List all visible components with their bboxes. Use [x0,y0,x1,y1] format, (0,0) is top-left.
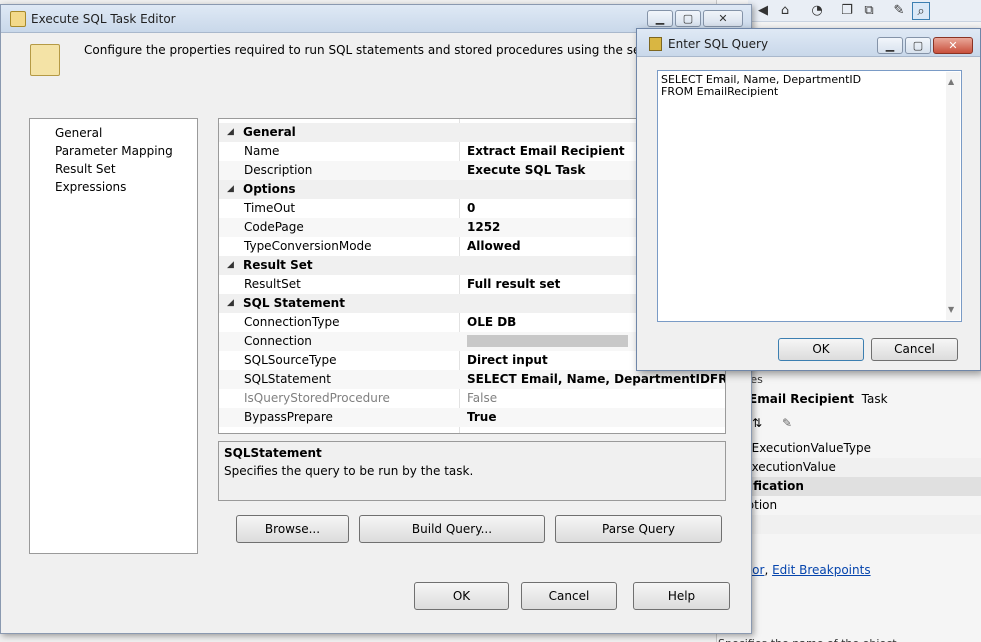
parse-query-button[interactable]: Parse Query [555,515,722,543]
ok-button[interactable]: OK [414,582,509,610]
find-icon[interactable]: ⌕ [912,2,930,20]
property-description-box: SQLStatement Specifies the query to be r… [218,441,726,501]
main-title: Execute SQL Task Editor [31,12,176,26]
window-icon[interactable]: ❐ [838,2,856,20]
sql-maximize-button[interactable]: ▢ [905,37,931,54]
collapse-icon[interactable]: ◢ [227,256,234,275]
object-type: Task [861,392,888,406]
enter-sql-query-dialog: Enter SQL Query ▁ ▢ ✕ SELECT Email, Name… [636,28,981,371]
nav-item-parameter-mapping[interactable]: Parameter Mapping [55,144,173,158]
properties-header: operties [716,370,981,389]
connection-redacted-value [467,335,628,347]
prop-row-id[interactable]: o [716,515,981,534]
properties-sort-toolbar: ⇅ ✎ [716,414,981,433]
description-text: Specifies the query to be run by the tas… [224,464,474,478]
sql-minimize-button[interactable]: ▁ [877,37,903,54]
prop-bypassprepare[interactable]: BypassPrepare True [219,408,725,427]
task-icon [10,11,26,27]
maximize-button[interactable]: ▢ [675,10,701,27]
help-button[interactable]: Help [633,582,730,610]
sql-ok-button[interactable]: OK [778,338,864,361]
sql-query-textarea[interactable]: SELECT Email, Name, DepartmentID FROM Em… [657,70,962,322]
prop-isquerystoredprocedure: IsQueryStoredProcedure False [244,391,498,405]
sql-scrollbar[interactable]: ▲ ▼ [946,72,960,320]
collapse-icon[interactable]: ◢ [227,294,234,313]
wrench-icon[interactable]: ✎ [890,2,908,20]
header-description: Configure the properties required to run… [84,43,644,57]
scroll-up-icon[interactable]: ▲ [948,76,954,88]
prop-category-identification[interactable]: dentification [716,477,981,496]
minimize-button[interactable]: ▁ [647,10,673,27]
sql-dialog-title: Enter SQL Query [668,37,769,51]
sql-icon [649,37,662,51]
nav-item-general[interactable]: General [55,126,102,140]
sql-close-button[interactable]: ✕ [933,37,973,54]
properties-toolbar: ◀ ⌂ ◔ ❐ ⧉ ✎ ⌕ [748,0,981,22]
edit-breakpoints-link[interactable]: Edit Breakpoints [772,563,871,577]
build-query-button[interactable]: Build Query... [359,515,545,543]
prop-row-description[interactable]: escription [716,496,981,515]
cancel-button[interactable]: Cancel [521,582,617,610]
history-icon[interactable]: ◔ [808,2,826,20]
collapse-icon[interactable]: ◢ [227,123,234,142]
scroll-icon [30,44,60,76]
nav-item-result-set[interactable]: Result Set [55,162,116,176]
page-nav-list: General Parameter Mapping Result Set Exp… [29,118,198,554]
properties-links: v Editor, Edit Breakpoints [716,561,981,580]
object-selector[interactable]: ract Email Recipient Task [716,390,981,409]
alphabetical-sort-icon[interactable]: ⇅ [752,414,762,433]
prop-sqlstatement[interactable]: SQLStatement SELECT Email, Name, Departm… [219,370,725,389]
description-title: SQLStatement [224,446,322,460]
sql-cancel-button[interactable]: Cancel [871,338,958,361]
collapse-icon[interactable]: ◢ [227,180,234,199]
browse-button[interactable]: Browse... [236,515,349,543]
property-pages-icon[interactable]: ✎ [782,414,792,433]
prop-row-force-value[interactable]: orceExecutionValue [716,458,981,477]
prop-row-name[interactable]: ame [716,534,981,553]
sql-titlebar[interactable]: Enter SQL Query ▁ ▢ ✕ [637,29,980,57]
back-icon[interactable]: ◀ [754,2,772,20]
prop-row-forced-type[interactable]: orcedExecutionValueType [716,439,981,458]
properties-footer-text: Specifies the name of the object [716,634,981,642]
scroll-down-icon[interactable]: ▼ [948,304,954,316]
home-icon[interactable]: ⌂ [776,2,794,20]
nav-item-expressions[interactable]: Expressions [55,180,126,194]
copy-icon[interactable]: ⧉ [860,2,878,20]
close-button[interactable]: ✕ [703,10,743,27]
